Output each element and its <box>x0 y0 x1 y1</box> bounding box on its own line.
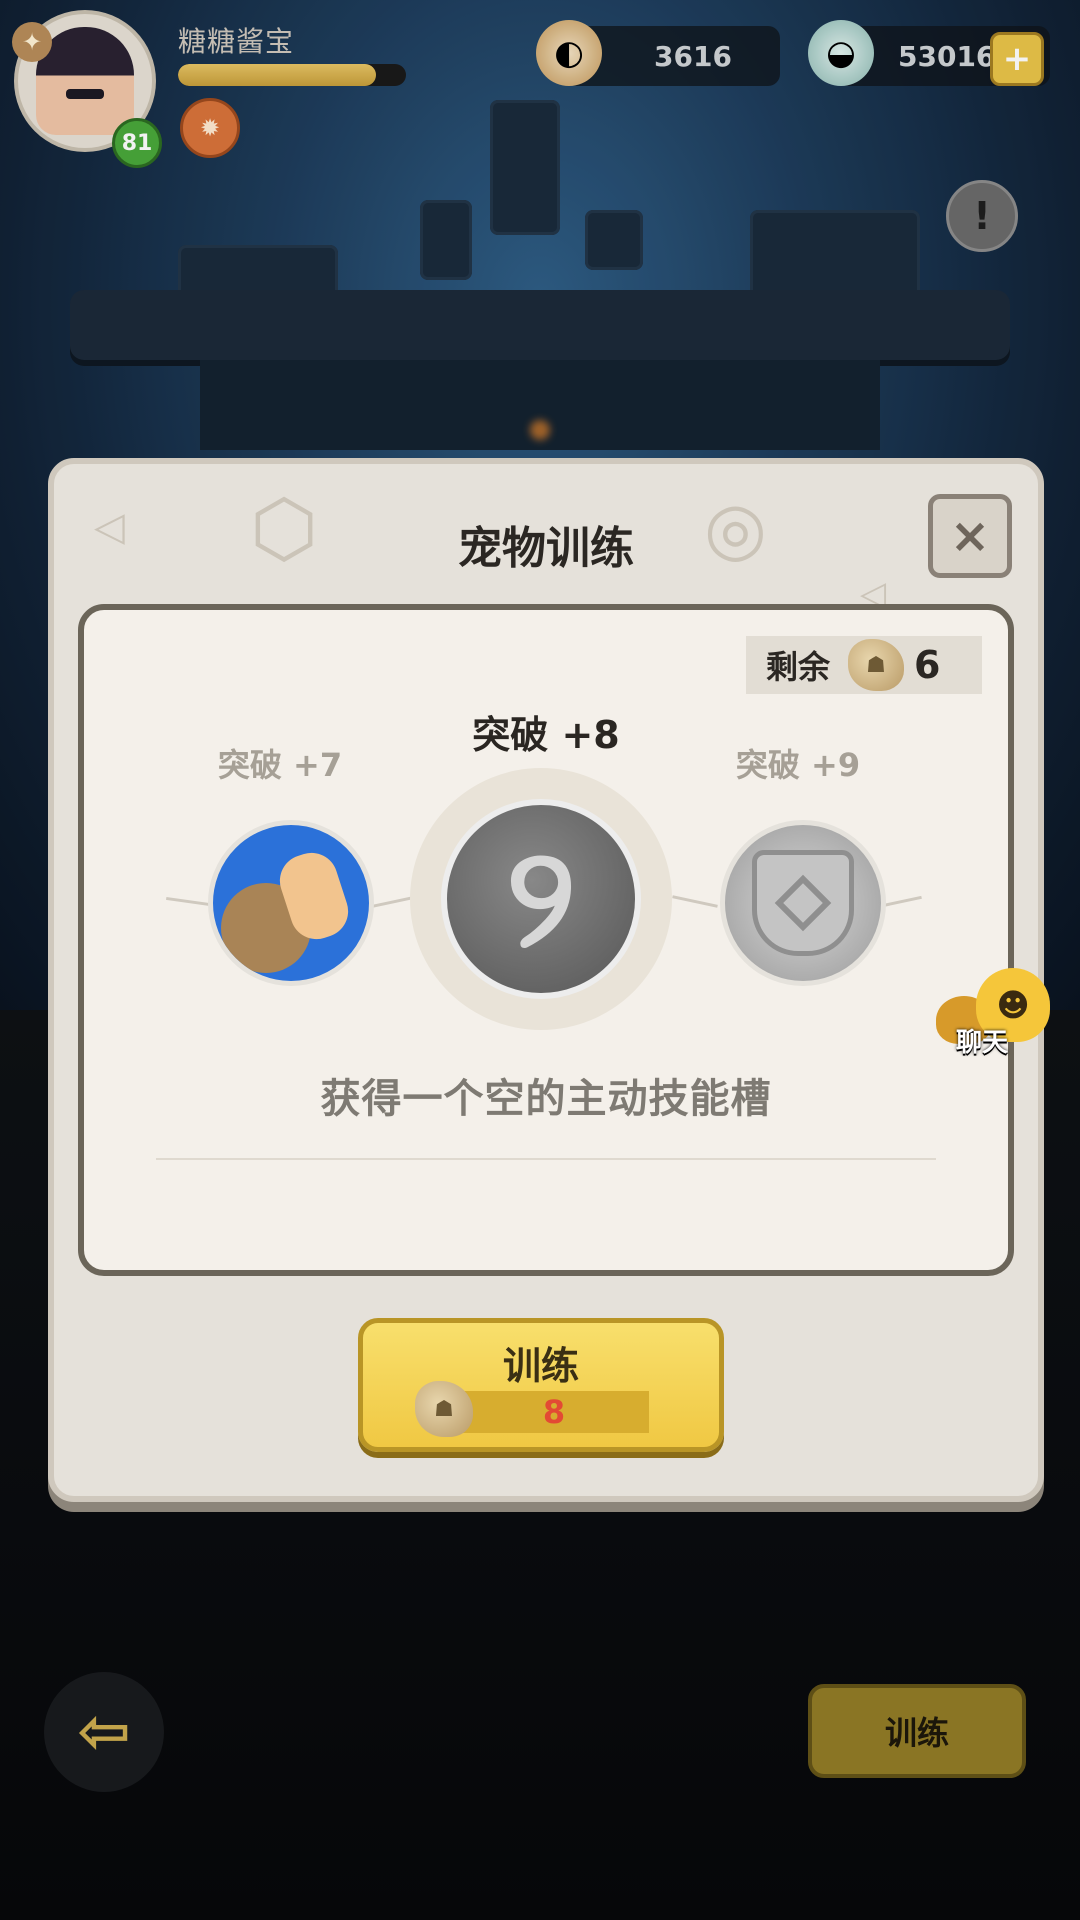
train-cost: 8 <box>459 1391 649 1433</box>
shield-icon <box>752 850 854 956</box>
close-icon[interactable]: × <box>928 494 1012 578</box>
tier-next-skill-icon[interactable] <box>720 820 886 986</box>
training-panel: 剩余 ☗ 6 突破 +7 突破 +8 突破 +9 ୨ 获得一个空的主动技能槽 <box>78 604 1014 1276</box>
remaining-count: 6 <box>914 643 941 687</box>
connector-line <box>672 895 718 908</box>
back-arrow-icon: ⇦ <box>77 1695 131 1769</box>
remaining-label: 剩余 <box>766 648 831 686</box>
dialog-title: 宠物训练 <box>458 523 634 574</box>
pet-training-dialog: ◁ ⬡ ◎ ◁ 宠物训练 × 剩余 ☗ 6 突破 +7 突破 +8 突破 +9 … <box>48 458 1044 1502</box>
tier-next-label: 突破 +9 <box>735 746 861 784</box>
chat-label: 聊天 <box>956 1028 1009 1058</box>
fossil-icon: ☗ <box>848 639 905 691</box>
footer-train-button[interactable]: 训练 <box>808 1684 1026 1778</box>
chat-button[interactable]: ☻ 聊天 <box>936 968 1052 1064</box>
tier-current-label: 突破 +8 <box>472 713 620 757</box>
train-button-label: 训练 <box>502 1344 579 1388</box>
tier-prev-label: 突破 +7 <box>217 746 343 784</box>
tier-current-ring: ୨ <box>410 768 672 1030</box>
back-button[interactable]: ⇦ <box>44 1672 164 1792</box>
connector-line <box>882 895 922 908</box>
train-button[interactable]: 训练 8 ☗ <box>358 1318 724 1452</box>
remaining-counter: 剩余 ☗ 6 <box>746 636 982 694</box>
shield-diamond <box>774 874 832 932</box>
tier-current-skill-icon[interactable]: ୨ <box>441 799 641 999</box>
tier-description: 获得一个空的主动技能槽 <box>320 1076 772 1122</box>
divider <box>156 1158 936 1160</box>
connector-line <box>166 896 210 907</box>
tier-prev-skill-icon[interactable] <box>208 820 374 986</box>
